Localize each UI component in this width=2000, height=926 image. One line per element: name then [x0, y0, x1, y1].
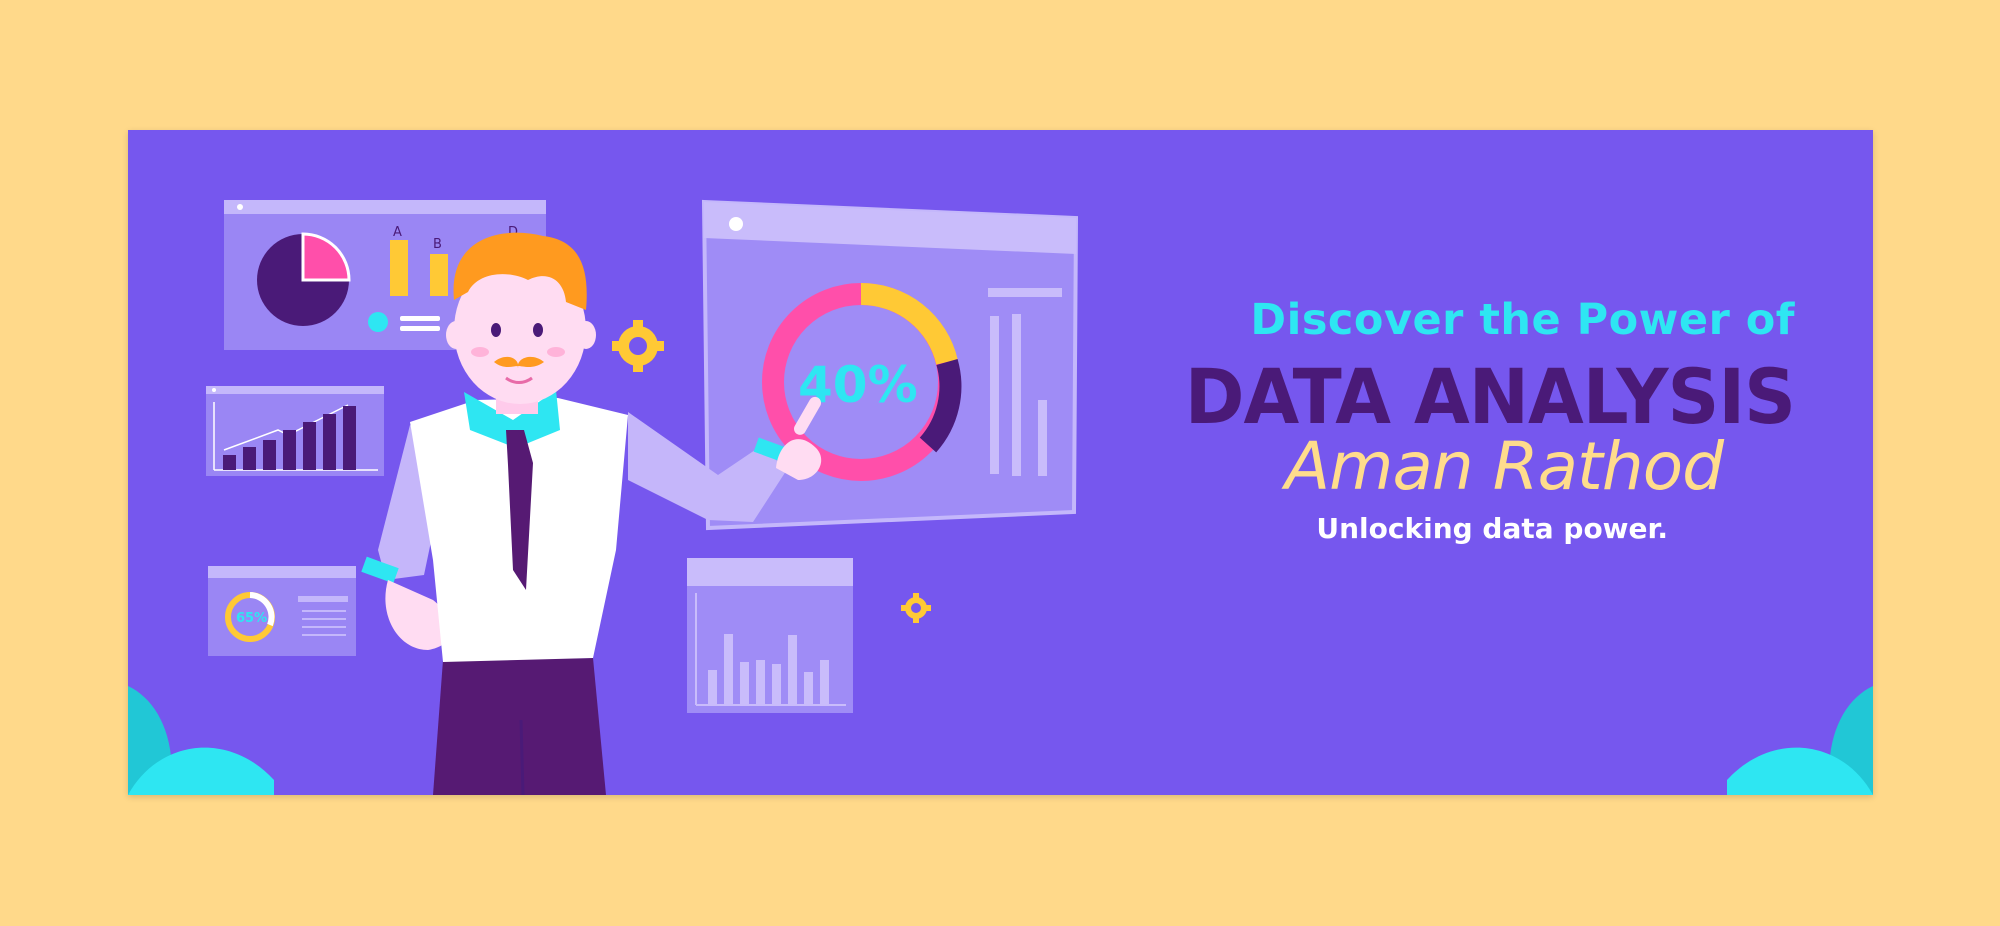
author-name: Aman Rathod	[1285, 428, 1724, 505]
cover-banner: A B D 65% 40% Discover the Power of DATA…	[128, 130, 1873, 795]
tagline-text: Unlocking data power.	[1316, 512, 1668, 545]
bar-letter-a: A	[393, 225, 402, 240]
gear-icon	[612, 320, 664, 372]
leaf-decoration-left	[128, 686, 274, 795]
leaf-decoration-right	[1727, 686, 1873, 795]
small-donut-panel: 65%	[208, 566, 356, 656]
bar-chart-panel	[206, 386, 384, 476]
kicker-text: Discover the Power of	[1250, 295, 1795, 345]
bar-letter-b: B	[433, 237, 442, 252]
histogram-panel	[687, 558, 853, 713]
gear-icon	[901, 593, 931, 623]
small-donut-label: 65%	[236, 611, 267, 626]
